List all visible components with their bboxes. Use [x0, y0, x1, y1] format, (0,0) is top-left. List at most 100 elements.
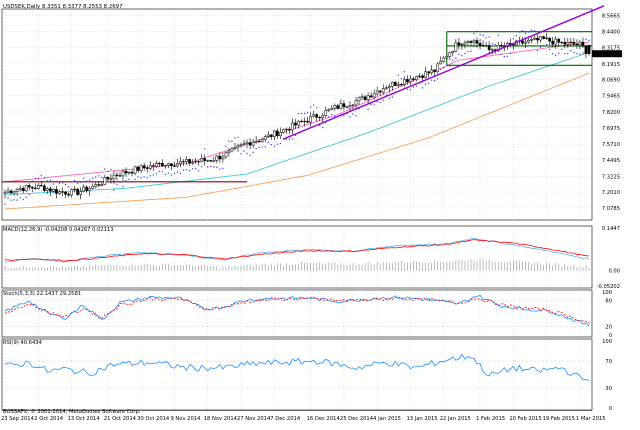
candle-body[interactable]	[360, 96, 364, 99]
candle-body[interactable]	[97, 184, 101, 186]
candle-body[interactable]	[112, 174, 116, 180]
candle-body[interactable]	[321, 115, 325, 118]
candle-body[interactable]	[587, 45, 591, 54]
candle-body[interactable]	[130, 171, 134, 174]
candle-body[interactable]	[469, 41, 473, 43]
candle-body[interactable]	[263, 136, 267, 140]
candle-body[interactable]	[182, 161, 185, 163]
candle-body[interactable]	[499, 45, 503, 47]
candle-body[interactable]	[397, 84, 400, 86]
candle-body[interactable]	[127, 171, 131, 174]
candle-body[interactable]	[279, 131, 282, 137]
candle-body[interactable]	[52, 189, 55, 192]
candle-body[interactable]	[412, 78, 415, 81]
candle-body[interactable]	[566, 41, 570, 45]
candle-body[interactable]	[230, 148, 234, 152]
candle-body[interactable]	[390, 81, 394, 87]
candle-body[interactable]	[167, 163, 170, 166]
candle-body[interactable]	[366, 95, 370, 100]
candle-body[interactable]	[475, 40, 479, 44]
candle-body[interactable]	[542, 36, 545, 39]
candle-body[interactable]	[442, 57, 446, 62]
candle-body[interactable]	[61, 191, 64, 193]
candle-body[interactable]	[418, 75, 421, 77]
candle-body[interactable]	[185, 159, 188, 162]
candle-body[interactable]	[381, 88, 385, 93]
candle-body[interactable]	[197, 161, 201, 163]
candle-body[interactable]	[251, 142, 255, 146]
candle-body[interactable]	[121, 170, 125, 177]
candle-body[interactable]	[457, 42, 461, 45]
candle-body[interactable]	[400, 84, 403, 86]
candle-body[interactable]	[21, 187, 25, 192]
candle-body[interactable]	[133, 166, 137, 174]
candle-body[interactable]	[79, 191, 82, 195]
candle-body[interactable]	[142, 165, 146, 168]
candle-body[interactable]	[333, 105, 337, 109]
candle-body[interactable]	[306, 120, 309, 123]
candle-body[interactable]	[454, 42, 458, 52]
candle-body[interactable]	[3, 191, 7, 194]
candle-body[interactable]	[260, 139, 264, 142]
candle-body[interactable]	[136, 166, 140, 171]
candle-body[interactable]	[124, 170, 128, 174]
candle-body[interactable]	[572, 41, 576, 45]
candle-body[interactable]	[478, 43, 482, 46]
candle-body[interactable]	[100, 184, 104, 186]
candle-body[interactable]	[12, 191, 16, 194]
candle-body[interactable]	[291, 122, 294, 131]
candle-body[interactable]	[200, 158, 204, 162]
candle-body[interactable]	[36, 185, 40, 189]
candle-body[interactable]	[236, 145, 240, 148]
candle-body[interactable]	[339, 103, 343, 109]
candle-body[interactable]	[436, 63, 440, 72]
candle-body[interactable]	[554, 38, 558, 45]
candle-body[interactable]	[151, 165, 155, 167]
candle-body[interactable]	[439, 61, 443, 65]
candle-body[interactable]	[575, 43, 579, 46]
candle-body[interactable]	[451, 51, 455, 53]
candle-body[interactable]	[533, 37, 536, 40]
candle-body[interactable]	[245, 142, 249, 145]
candle-body[interactable]	[393, 81, 397, 86]
candle-body[interactable]	[64, 191, 67, 195]
candle-body[interactable]	[49, 188, 52, 192]
candle-body[interactable]	[233, 146, 237, 149]
candle-body[interactable]	[27, 185, 31, 188]
candle-body[interactable]	[557, 38, 561, 43]
candle-body[interactable]	[30, 186, 34, 189]
candle-body[interactable]	[312, 114, 315, 117]
candle-body[interactable]	[58, 191, 61, 194]
candle-body[interactable]	[345, 106, 349, 108]
candle-body[interactable]	[139, 165, 143, 171]
candle-body[interactable]	[303, 120, 306, 123]
candle-body[interactable]	[581, 41, 585, 47]
candle-body[interactable]	[42, 185, 46, 191]
candle-body[interactable]	[164, 165, 167, 167]
candle-body[interactable]	[254, 141, 258, 143]
candle-body[interactable]	[24, 185, 28, 192]
candle-body[interactable]	[145, 167, 149, 169]
candle-body[interactable]	[266, 134, 270, 137]
candle-body[interactable]	[9, 190, 13, 194]
candle-body[interactable]	[527, 40, 530, 43]
candle-body[interactable]	[15, 189, 19, 192]
candle-body[interactable]	[91, 186, 95, 189]
candle-body[interactable]	[191, 161, 194, 164]
candle-body[interactable]	[487, 45, 491, 50]
candle-body[interactable]	[578, 41, 582, 46]
candle-body[interactable]	[157, 163, 161, 165]
candle-body[interactable]	[460, 43, 464, 46]
candle-body[interactable]	[490, 49, 494, 51]
candle-body[interactable]	[206, 160, 210, 162]
candle-body[interactable]	[269, 134, 273, 137]
candle-body[interactable]	[67, 193, 70, 196]
candle-body[interactable]	[224, 152, 228, 158]
candle-body[interactable]	[194, 161, 197, 163]
candle-body[interactable]	[336, 105, 340, 109]
candle-body[interactable]	[39, 185, 43, 187]
trading-chart[interactable]: 8.2697 MACD(12,26,9) -0.04208 0.04267 0.…	[0, 0, 640, 426]
candle-body[interactable]	[524, 41, 527, 44]
candle-body[interactable]	[33, 187, 37, 189]
candle-body[interactable]	[188, 159, 191, 164]
